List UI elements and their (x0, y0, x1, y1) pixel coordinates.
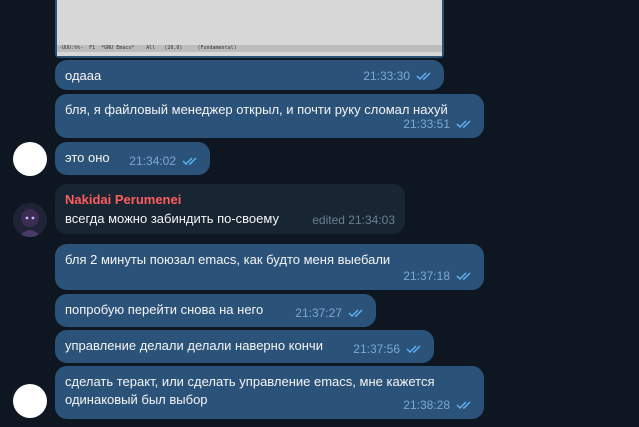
message-meta: 21:33:30 (363, 67, 434, 85)
double-check-icon (182, 156, 200, 166)
message-meta: 21:38:28 (403, 396, 474, 414)
message-text: бля 2 минуты поюзал emacs, как будто мен… (65, 252, 391, 267)
avatar-image-icon (13, 203, 47, 237)
message-bubble[interactable]: попробую перейти снова на него 21:37:27 (55, 294, 376, 327)
user-avatar[interactable] (13, 203, 47, 237)
message-time: 21:34:02 (129, 154, 176, 168)
double-check-icon (348, 308, 366, 318)
message-meta: edited 21:34:03 (312, 211, 395, 229)
message-text: управление делали делали наверно кончи (65, 338, 323, 353)
double-check-icon (456, 271, 474, 281)
double-check-icon (416, 71, 434, 81)
message-time: edited 21:34:03 (312, 213, 395, 227)
message-text: это оно (65, 150, 110, 165)
message-bubble[interactable]: бля, я файловый менеджер открыл, и почти… (55, 94, 484, 138)
message-meta: 21:37:27 (295, 304, 366, 322)
message-bubble[interactable]: бля 2 минуты поюзал emacs, как будто мен… (55, 244, 484, 290)
message-time: 21:37:18 (403, 269, 450, 283)
message-bubble[interactable]: одааа 21:33:30 (55, 60, 444, 90)
double-check-icon (406, 344, 424, 354)
double-check-icon (456, 400, 474, 410)
message-meta: 21:37:18 (403, 267, 474, 285)
message-text: попробую перейти снова на него (65, 302, 264, 317)
message-meta: 21:37:56 (353, 340, 424, 358)
message-time: 21:38:28 (403, 398, 450, 412)
message-time: 21:33:51 (403, 117, 450, 131)
chat-area: -UUU:%%- F1 *GNU Emacs* All (20,0) (Fund… (0, 0, 639, 427)
message-text: сделать теракт, или сделать управление e… (65, 374, 435, 407)
incoming-message-bubble[interactable]: Nakidai Perumenei всегда можно забиндить… (55, 184, 405, 234)
emacs-screenshot-image[interactable]: -UUU:%%- F1 *GNU Emacs* All (20,0) (Fund… (55, 0, 444, 58)
emacs-modeline: -UUU:%%- F1 *GNU Emacs* All (20,0) (Fund… (57, 45, 442, 52)
message-bubble[interactable]: сделать теракт, или сделать управление e… (55, 366, 484, 419)
message-bubble[interactable]: управление делали делали наверно кончи 2… (55, 330, 434, 363)
message-time: 21:37:56 (353, 342, 400, 356)
message-bubble[interactable]: это оно 21:34:02 (55, 142, 210, 175)
double-check-icon (456, 119, 474, 129)
avatar[interactable] (13, 384, 47, 418)
avatar[interactable] (13, 142, 47, 176)
message-time: 21:33:30 (363, 69, 410, 83)
message-text: бля, я файловый менеджер открыл, и почти… (65, 102, 448, 117)
message-meta: 21:33:51 (403, 115, 474, 133)
message-text: одааа (65, 68, 102, 83)
message-meta: 21:34:02 (129, 152, 200, 170)
message-time: 21:37:27 (295, 306, 342, 320)
message-text: всегда можно забиндить по-своему (65, 211, 279, 226)
sender-name[interactable]: Nakidai Perumenei (65, 191, 181, 209)
